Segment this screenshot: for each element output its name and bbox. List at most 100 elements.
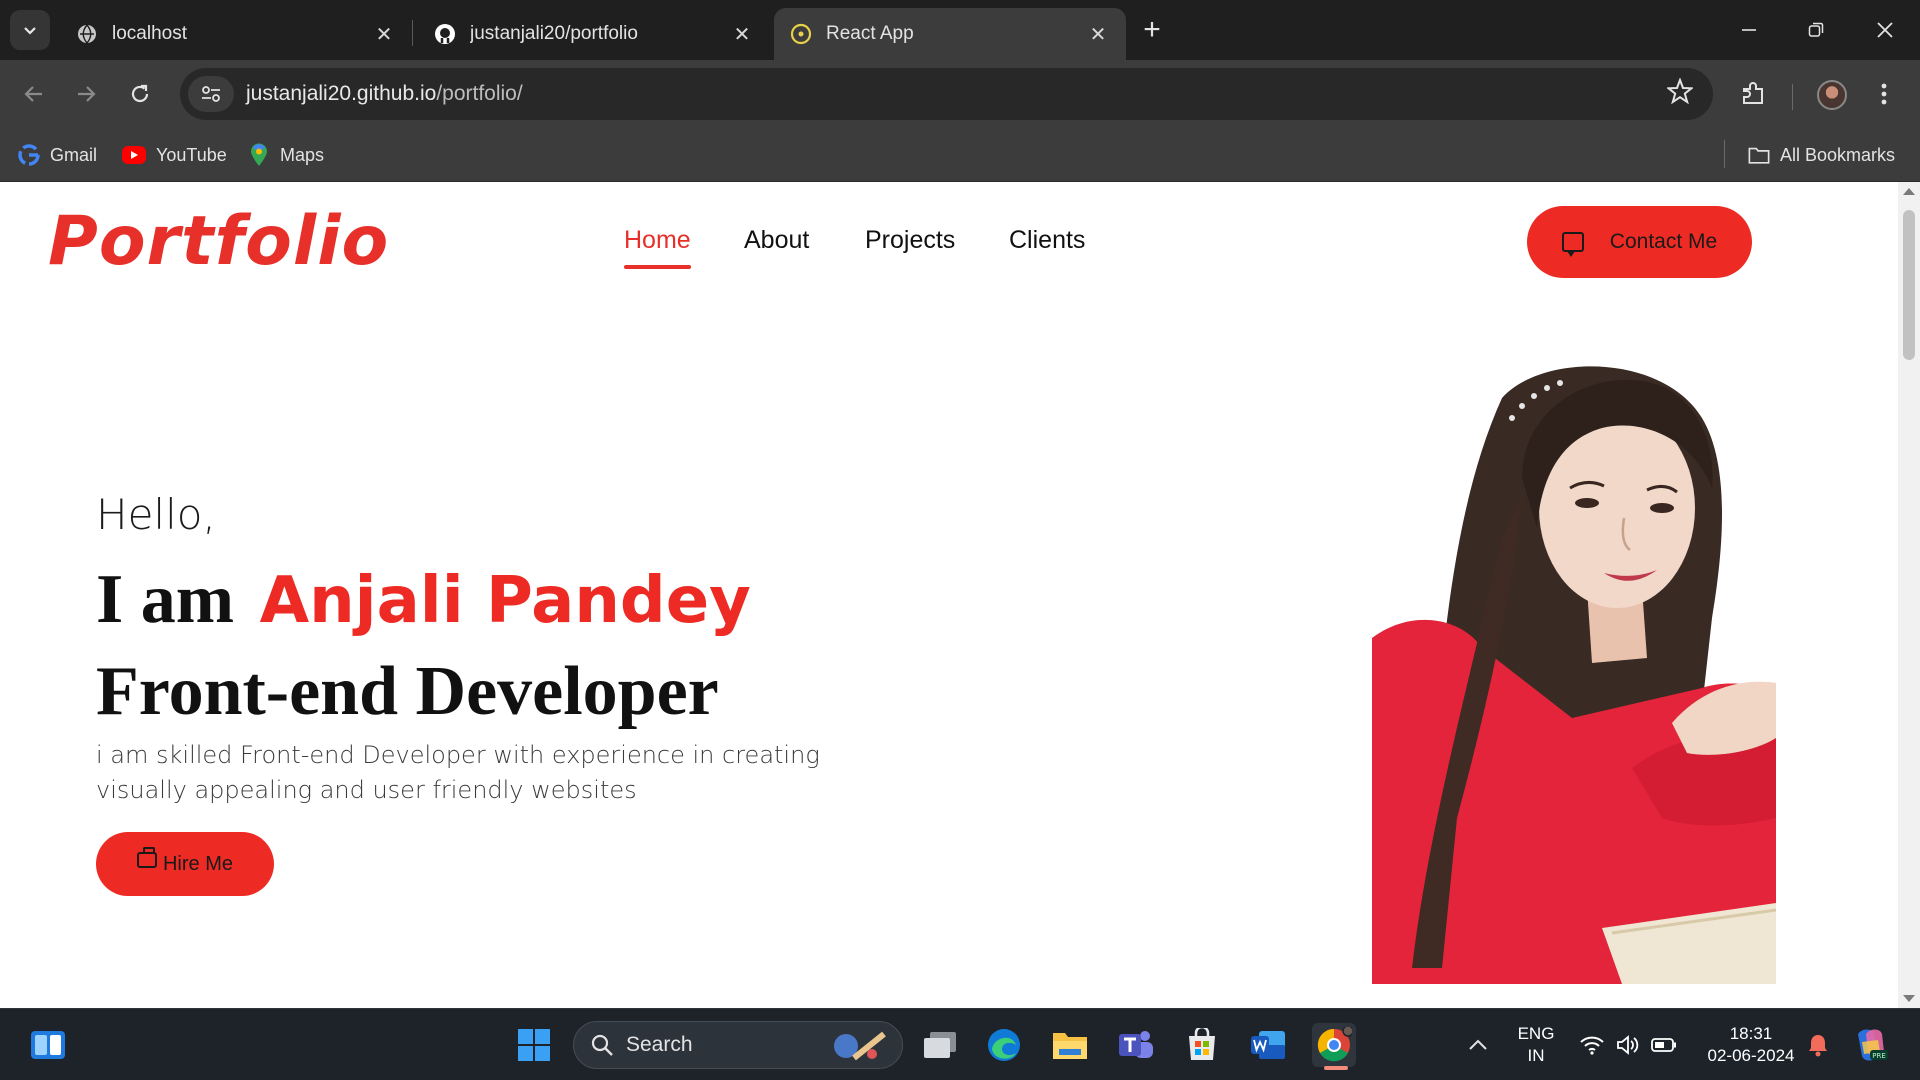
chrome-taskbar-icon[interactable] [1312,1023,1356,1067]
hero-headline: I am Anjali Pandey [96,560,751,640]
bookmark-youtube[interactable]: YouTube [122,140,227,170]
file-explorer-icon[interactable] [1048,1023,1092,1067]
battery-icon[interactable] [1644,1023,1684,1067]
browser-tab-bar: localhost ✕ justanjali20/portfolio ✕ Rea… [0,0,1920,60]
notification-bell-icon[interactable] [1798,1023,1838,1067]
page-viewport: Portfolio Home About Projects Clients Co… [0,182,1920,1008]
chevron-down-icon [24,27,36,35]
restore-icon [1808,22,1824,37]
url-host: justanjali20.github.io [246,82,437,105]
close-icon [1877,22,1893,38]
search-icon [591,1034,613,1056]
minimize-button[interactable] [1724,10,1774,50]
window-close-button[interactable] [1860,10,1910,50]
reload-button[interactable] [120,74,160,114]
windows-start-icon[interactable] [512,1023,556,1067]
search-placeholder: Search [626,1033,693,1056]
menu-kebab-icon[interactable] [1864,74,1904,114]
language-indicator[interactable]: ENG IN [1514,1023,1558,1067]
wifi-icon[interactable] [1572,1023,1612,1067]
extensions-icon[interactable] [1733,74,1773,114]
nav-about[interactable]: About [744,226,809,255]
microsoft-store-icon[interactable] [1180,1023,1224,1067]
widgets-icon[interactable] [26,1023,70,1067]
nav-home[interactable]: Home [624,226,691,269]
new-tab-button[interactable]: + [1134,12,1170,48]
folder-icon [1748,144,1770,166]
restore-button[interactable] [1791,10,1841,50]
close-icon[interactable]: ✕ [372,22,396,47]
nav-clients[interactable]: Clients [1009,226,1085,255]
bookmark-label: Maps [280,144,325,165]
forward-button[interactable] [66,74,106,114]
tab-title: justanjali20/portfolio [470,23,638,44]
hero-greeting: Hello, [96,490,216,539]
chevron-up-icon[interactable] [1456,1023,1500,1067]
hero-description: i am skilled Front-end Developer with ex… [96,741,820,804]
task-view-icon[interactable] [918,1023,962,1067]
scrollbar-thumb[interactable] [1903,210,1915,360]
hire-me-button[interactable]: Hire Me [96,832,274,896]
bookmarks-bar: Gmail YouTube Maps All Bookmarks [0,128,1920,182]
clock[interactable]: 18:31 02-06-2024 [1696,1023,1806,1067]
tab-title: React App [826,23,914,44]
bookmarks-divider [1724,140,1725,168]
site-info-button[interactable] [188,76,234,112]
close-icon[interactable]: ✕ [730,22,754,47]
tab-localhost[interactable]: localhost ✕ [60,8,412,60]
address-bar[interactable]: justanjali20.github.io/portfolio/ [180,68,1713,120]
bookmark-star-icon[interactable] [1665,77,1695,111]
url-text: justanjali20.github.io/portfolio/ [246,82,523,106]
scroll-down-arrow-icon[interactable] [1903,995,1915,1002]
github-icon [434,23,456,45]
teams-icon[interactable] [1114,1023,1158,1067]
nav-projects[interactable]: Projects [865,226,955,255]
minimize-icon [1742,29,1756,31]
arrow-left-icon [24,86,42,102]
profile-photo [1372,366,1776,984]
profile-avatar[interactable] [1817,80,1847,110]
clock-date: 02-06-2024 [1707,1046,1795,1065]
contact-me-button[interactable]: Contact Me [1527,206,1752,278]
tab-title: localhost [112,23,187,44]
hero-role: Front-end Developer [96,653,719,730]
hero-name: Anjali Pandey [259,564,751,638]
svg-text:PRE: PRE [1872,1052,1886,1060]
contact-me-label: Contact Me [1609,230,1718,253]
bookmark-label: Gmail [50,144,98,165]
bookmark-label: YouTube [156,144,227,165]
volume-icon[interactable] [1608,1023,1648,1067]
tab-search-button[interactable] [10,10,50,50]
hero-intro-prefix: I am [96,561,235,638]
language-code: ENG [1517,1024,1555,1043]
url-path: /portfolio/ [436,82,523,105]
back-button[interactable] [14,74,54,114]
edge-icon[interactable] [982,1023,1026,1067]
bookmark-gmail[interactable]: Gmail [18,140,97,170]
tab-github-portfolio[interactable]: justanjali20/portfolio ✕ [418,8,770,60]
react-icon [790,23,812,45]
bookmark-maps[interactable]: Maps [248,140,324,170]
google-icon [18,144,40,166]
chat-icon [1561,232,1584,257]
youtube-icon [122,146,146,164]
close-icon[interactable]: ✕ [1086,22,1110,47]
copilot-icon[interactable]: PRE [1848,1023,1892,1067]
clock-time: 18:31 [1729,1024,1773,1043]
arrow-right-icon [78,86,96,102]
briefcase-icon [136,847,157,868]
scroll-up-arrow-icon[interactable] [1903,188,1915,195]
taskbar-search-box[interactable]: Search [573,1021,903,1069]
reload-icon [131,84,149,103]
tab-react-app[interactable]: React App ✕ [774,8,1126,60]
region-code: IN [1527,1046,1545,1065]
page-scrollbar[interactable] [1898,182,1920,1008]
chrome-running-indicator [1324,1066,1348,1070]
word-icon[interactable] [1246,1023,1290,1067]
site-logo[interactable]: Portfolio [48,202,389,281]
tune-icon [202,86,220,102]
all-bookmarks-button[interactable]: All Bookmarks [1748,140,1895,170]
toolbar-divider [1792,84,1793,110]
all-bookmarks-label: All Bookmarks [1780,144,1896,165]
browser-toolbar: justanjali20.github.io/portfolio/ [0,60,1920,128]
